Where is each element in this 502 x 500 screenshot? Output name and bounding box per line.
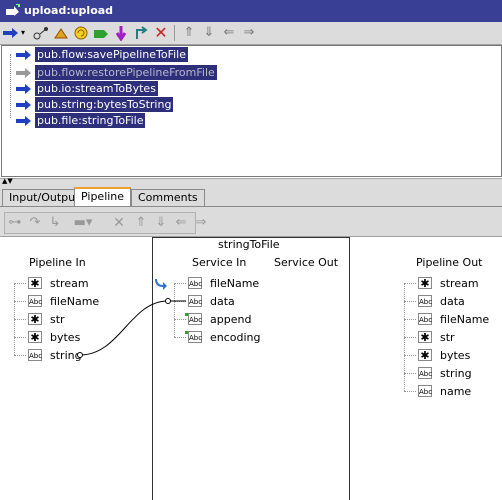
tree-guide-line: [404, 283, 405, 391]
shift-left-icon[interactable]: ⇐: [172, 214, 190, 232]
string-icon: Abc: [418, 295, 432, 307]
invoke-arrow-icon: [16, 100, 31, 110]
tab-pipeline[interactable]: Pipeline: [74, 187, 132, 208]
window-title-bar: upload:upload: [0, 0, 502, 22]
optional-marker: [185, 313, 188, 316]
flow-step-label: pub.io:streamToBytes: [35, 81, 158, 96]
string-icon: Abc: [188, 277, 202, 289]
string-icon: Abc: [418, 385, 432, 397]
dropdown-icon[interactable]: ▾: [18, 24, 28, 42]
pipeline-in-header: Pipeline In: [29, 256, 86, 269]
optional-marker: [185, 331, 188, 334]
move-left-icon[interactable]: ⇐: [220, 24, 238, 42]
insert-field-icon[interactable]: ▬▾: [72, 214, 94, 232]
object-icon: ✱: [28, 331, 42, 343]
flow-step-label: pub.string:bytesToString: [35, 97, 174, 112]
tree-guide-line: [10, 54, 11, 118]
shift-right-icon[interactable]: ⇒: [192, 214, 210, 232]
toolbar-separator: [174, 25, 175, 41]
repeat-icon[interactable]: [52, 24, 70, 42]
flow-toolbar: ▾ ✕ ⇑ ⇓ ⇐ ⇒: [0, 22, 502, 45]
service-out-header: Service Out: [274, 256, 339, 269]
string-icon: Abc: [418, 313, 432, 325]
exit-flow-icon[interactable]: [132, 24, 150, 42]
sequence-icon[interactable]: [92, 24, 110, 42]
tab-comments[interactable]: Comments: [131, 189, 205, 206]
exit-icon[interactable]: [112, 24, 130, 42]
object-icon: ✱: [28, 277, 42, 289]
object-icon: ✱: [418, 349, 432, 361]
move-down-icon[interactable]: ⇓: [200, 24, 218, 42]
string-icon: Abc: [188, 313, 202, 325]
collapse-icon[interactable]: ▲▼: [2, 176, 13, 186]
string-icon: Abc: [188, 295, 202, 307]
object-icon: ✱: [418, 331, 432, 343]
flow-step-label: pub.flow:restorePipelineFromFile: [35, 65, 217, 80]
tab-bar: Input/Output Pipeline Comments: [0, 186, 502, 208]
string-icon: Abc: [418, 367, 432, 379]
move-up-icon[interactable]: ⇑: [180, 24, 198, 42]
shift-down-icon[interactable]: ⇓: [152, 214, 170, 232]
service-in-header: Service In: [192, 256, 247, 269]
delete-icon[interactable]: ✕: [152, 24, 170, 42]
invoke-arrow-icon: [16, 84, 31, 94]
flow-step-label: pub.file:stringToFile: [35, 113, 146, 128]
move-right-icon[interactable]: ⇒: [240, 24, 258, 42]
invoke-arrow-icon: [16, 68, 31, 78]
string-icon: Abc: [188, 331, 202, 343]
invoke-arrow-icon: [16, 50, 31, 60]
branch-icon[interactable]: [32, 24, 50, 42]
flow-service-icon: [6, 4, 20, 16]
delete-field-icon[interactable]: ✕: [110, 214, 128, 232]
set-value-arrow-icon: [155, 279, 167, 290]
flow-step-label: pub.flow:savePipelineToFile: [35, 47, 188, 62]
object-icon: ✱: [418, 277, 432, 289]
link-icon[interactable]: ⊶: [6, 214, 24, 232]
link-drop-icon[interactable]: ↷: [26, 214, 44, 232]
tree-guide-line: [14, 283, 15, 355]
invoke-arrow-icon: [16, 116, 31, 126]
set-value-icon[interactable]: ↳: [46, 214, 64, 232]
pipeline-toolbar: ⊶ ↷ ↳ ▬▾ ✕ ⇑ ⇓ ⇐ ⇒: [0, 206, 502, 237]
loop-icon[interactable]: [72, 24, 90, 42]
object-icon: ✱: [28, 313, 42, 325]
string-icon: Abc: [28, 349, 42, 361]
flow-steps-tree: pub.flow:savePipelineToFile pub.flow:res…: [1, 45, 502, 177]
service-name: stringToFile: [218, 238, 280, 251]
shift-up-icon[interactable]: ⇑: [132, 214, 150, 232]
pipeline-out-header: Pipeline Out: [416, 256, 483, 269]
string-icon: Abc: [28, 295, 42, 307]
tree-guide-line: [174, 283, 175, 337]
window-title: upload:upload: [24, 4, 114, 17]
